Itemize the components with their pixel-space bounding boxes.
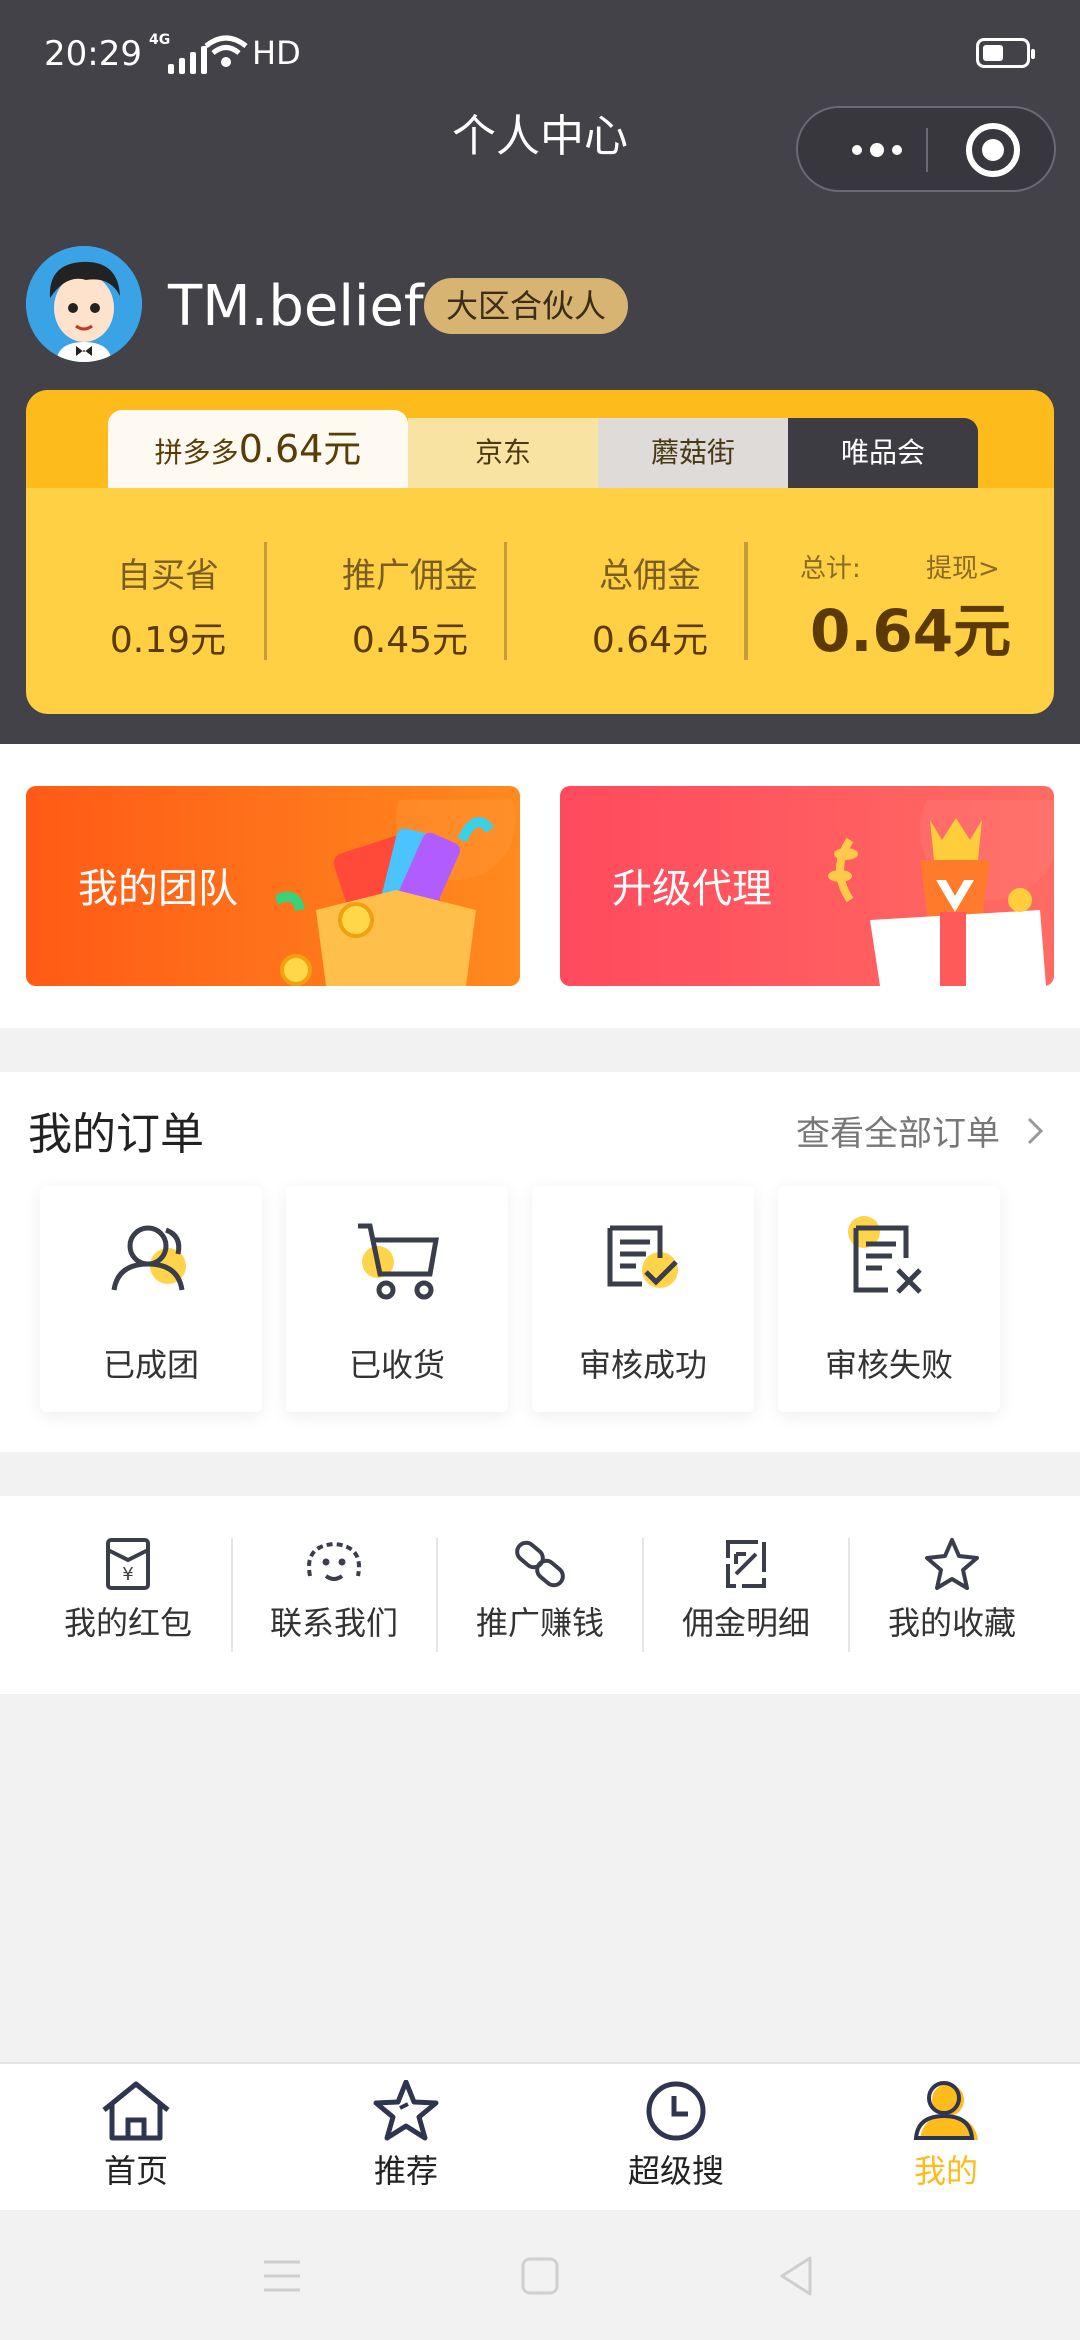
battery-icon xyxy=(976,38,1035,68)
divider xyxy=(231,1538,233,1652)
order-status-label: 已收货 xyxy=(348,1346,445,1384)
order-status-rejected[interactable]: 审核失败 xyxy=(778,1186,1000,1412)
miniprogram-capsule xyxy=(796,106,1056,192)
status-time: 20:29 xyxy=(44,34,142,74)
tool-red-packet[interactable]: ¥ 我的红包 xyxy=(38,1536,218,1644)
stat-label: 总佣金 xyxy=(599,556,701,596)
avatar-image xyxy=(26,246,142,362)
tab-label: 首页 xyxy=(103,2152,168,2190)
stat-label: 自买省 xyxy=(117,556,219,596)
star-icon xyxy=(925,1538,979,1590)
total-label: 总计: xyxy=(800,554,861,584)
chevron-right-icon xyxy=(1027,1117,1044,1145)
tab-recommend[interactable]: 推荐 xyxy=(326,2080,486,2192)
tab-super-search[interactable]: 超级搜 xyxy=(596,2080,756,2192)
tab-mogujie[interactable]: 蘑菇街 xyxy=(598,418,788,488)
stat-value: 0.64元 xyxy=(591,620,709,661)
tab-pinduoduo[interactable]: 拼多多0.64元 xyxy=(108,410,408,488)
chat-face-icon xyxy=(307,1541,361,1581)
withdraw-link[interactable]: 提现> xyxy=(926,548,1000,585)
divider xyxy=(504,542,507,660)
order-status-label: 审核成功 xyxy=(578,1346,707,1384)
document-x-icon xyxy=(848,1216,922,1294)
svg-text:¥: ¥ xyxy=(122,1564,133,1585)
order-status-received[interactable]: 已收货 xyxy=(286,1186,508,1412)
clock-icon xyxy=(646,2081,706,2141)
system-nav-bar xyxy=(0,2210,1080,2340)
tool-promote-earn[interactable]: 推广赚钱 xyxy=(450,1536,630,1644)
member-level-badge: 大区合伙人 xyxy=(424,278,629,334)
hd-indicator: HD xyxy=(252,34,301,72)
wifi-icon xyxy=(204,35,248,67)
orders-title: 我的订单 xyxy=(28,1109,204,1160)
tab-amount: 0.64元 xyxy=(238,427,362,471)
link-icon xyxy=(515,1540,565,1588)
earnings-stats: 自买省 0.19元 推广佣金 0.45元 总佣金 0.64元 总计: 提现> 0… xyxy=(26,488,1054,714)
stat-label: 推广佣金 xyxy=(342,556,478,596)
tab-label: 拼多多 xyxy=(154,436,239,469)
cart-icon xyxy=(358,1223,439,1300)
stat-self-saving: 自买省 0.19元 xyxy=(68,548,268,663)
stat-total-commission: 总佣金 0.64元 xyxy=(550,548,750,663)
tab-home[interactable]: 首页 xyxy=(56,2080,216,2192)
stat-value: 0.19元 xyxy=(109,620,227,661)
group-users-icon xyxy=(111,1225,186,1291)
divider xyxy=(264,542,267,660)
tab-jingdong[interactable]: 京东 xyxy=(408,418,598,488)
platform-tabs: 拼多多0.64元 京东 蘑菇街 唯品会 xyxy=(108,410,978,488)
username: TM.belief xyxy=(168,274,424,339)
stat-value: 0.45元 xyxy=(351,620,469,661)
tool-contact-us[interactable]: 联系我们 xyxy=(244,1536,424,1644)
back-icon[interactable] xyxy=(776,2254,816,2298)
tool-commission-details[interactable]: 佣金明细 xyxy=(656,1536,836,1644)
banner-label: 升级代理 xyxy=(612,866,772,912)
capsule-divider xyxy=(926,128,928,172)
divider xyxy=(848,1538,850,1652)
tab-mine[interactable]: 我的 xyxy=(866,2080,1026,2192)
user-icon xyxy=(913,2081,978,2140)
status-bar: 20:29 4G HD xyxy=(0,0,1080,100)
total-value: 0.64元 xyxy=(810,597,1012,665)
tool-label: 佣金明细 xyxy=(681,1604,810,1642)
bottom-tab-bar: 首页 推荐 超级搜 我的 xyxy=(0,2062,1080,2210)
tab-label: 超级搜 xyxy=(627,2152,724,2190)
tab-label: 推荐 xyxy=(373,2152,438,2190)
divider xyxy=(642,1538,644,1652)
home-icon xyxy=(102,2081,170,2141)
my-team-banner[interactable]: 我的团队 xyxy=(26,786,520,986)
order-status-label: 审核失败 xyxy=(824,1346,953,1384)
tool-label: 我的收藏 xyxy=(887,1604,1016,1642)
order-status-label: 已成团 xyxy=(102,1346,199,1384)
tool-label: 联系我们 xyxy=(269,1604,398,1642)
view-all-orders-link[interactable]: 查看全部订单 xyxy=(796,1106,1000,1155)
order-status-grouped[interactable]: 已成团 xyxy=(40,1186,262,1412)
header: 20:29 4G HD 个人中心 TM.belief 大区合伙人 拼多多0.64… xyxy=(0,0,1080,744)
tab-vipshop[interactable]: 唯品会 xyxy=(788,418,978,488)
earnings-card: 拼多多0.64元 京东 蘑菇街 唯品会 自买省 0.19元 推广佣金 0.45元 xyxy=(26,390,1054,714)
gift-crown-icon xyxy=(828,800,1054,986)
order-status-approved[interactable]: 审核成功 xyxy=(532,1186,754,1412)
menu-icon[interactable] xyxy=(262,2258,302,2294)
document-check-icon xyxy=(607,1225,678,1288)
more-icon[interactable] xyxy=(832,128,922,172)
tool-label: 推广赚钱 xyxy=(475,1604,604,1642)
divider xyxy=(744,542,748,660)
red-packet-icon: ¥ xyxy=(106,1538,150,1590)
avatar[interactable] xyxy=(26,246,142,362)
stat-promo-commission: 推广佣金 0.45元 xyxy=(310,548,510,663)
divider xyxy=(436,1538,438,1652)
document-edit-icon xyxy=(726,1540,766,1588)
home-square-icon[interactable] xyxy=(520,2256,560,2296)
upgrade-agent-banner[interactable]: 升级代理 xyxy=(560,786,1054,986)
close-miniprogram-icon[interactable] xyxy=(966,123,1020,177)
earnings-card-header: 拼多多0.64元 京东 蘑菇街 唯品会 xyxy=(26,390,1054,488)
star-icon xyxy=(373,2080,439,2141)
red-envelope-icon xyxy=(276,800,516,986)
tool-label: 我的红包 xyxy=(63,1604,192,1642)
tool-favorites[interactable]: 我的收藏 xyxy=(862,1536,1042,1644)
tab-label: 我的 xyxy=(913,2152,978,2190)
banner-label: 我的团队 xyxy=(78,866,238,912)
signal-icon xyxy=(168,46,207,74)
